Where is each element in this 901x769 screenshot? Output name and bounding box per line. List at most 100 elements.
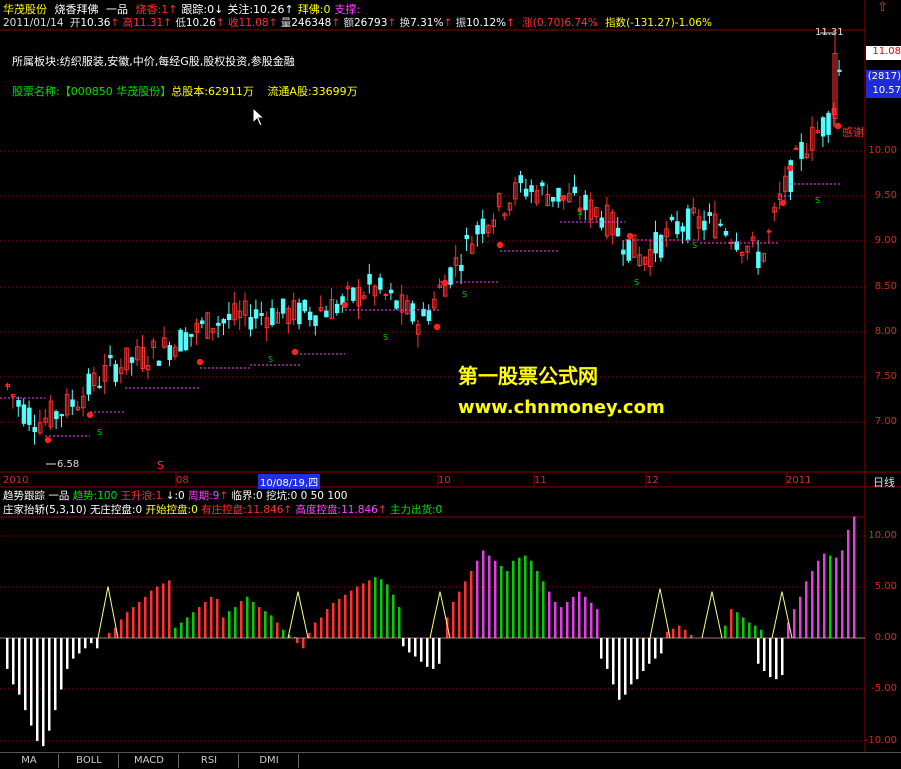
ind1-name[interactable]: 趋势跟踪 xyxy=(3,490,45,502)
chart-canvas[interactable]: S S S S S S S S xyxy=(0,0,901,768)
tab-dmi[interactable]: DMI xyxy=(240,754,299,768)
candle-body xyxy=(16,400,21,407)
histogram-bar xyxy=(666,631,669,638)
down-value: ↓:0 xyxy=(165,490,185,502)
candle-body xyxy=(189,333,194,337)
histogram-bar xyxy=(612,638,615,685)
histogram-bar xyxy=(368,580,371,638)
candle-body xyxy=(556,187,561,202)
histogram-bar xyxy=(156,586,159,638)
candle-body xyxy=(685,208,691,240)
histogram-bar xyxy=(452,601,455,638)
f1-label: 无庄控盘: xyxy=(89,504,136,516)
candle-body xyxy=(129,357,135,363)
histogram-bar xyxy=(630,638,633,685)
histogram-bar xyxy=(338,598,341,638)
peak-line xyxy=(649,588,671,639)
period-label[interactable]: 日线 xyxy=(873,474,895,490)
low-price-label: 6.58 xyxy=(57,459,80,470)
up-arrow-icon: ↑ xyxy=(283,504,293,516)
candle-body xyxy=(248,316,253,330)
candle-body xyxy=(27,407,32,425)
candle-body xyxy=(183,332,189,351)
price-tick: 9.50 xyxy=(874,190,897,201)
candle-body xyxy=(518,175,523,184)
signal-label: S xyxy=(815,196,820,205)
histogram-bar xyxy=(835,557,838,638)
histogram-bar xyxy=(624,638,627,695)
f4-value: 11.846 xyxy=(341,504,378,516)
histogram-bar xyxy=(458,591,461,638)
sub-tick: -10.00 xyxy=(864,735,897,746)
signal-dot xyxy=(433,323,441,331)
candle-body xyxy=(388,289,394,294)
candle-body xyxy=(523,188,529,197)
histogram-bar xyxy=(432,638,435,669)
histogram-bar xyxy=(168,580,171,638)
candle-body xyxy=(464,234,469,240)
histogram-bar xyxy=(90,638,93,644)
candle-body xyxy=(113,364,118,382)
histogram-bar xyxy=(572,596,575,638)
f5-label: 主力出货: xyxy=(390,504,436,516)
tab-rsi[interactable]: RSI xyxy=(180,754,239,768)
price-box-count: (2817) xyxy=(867,71,901,82)
histogram-bar xyxy=(186,617,189,638)
f3-label: 有庄控盘: xyxy=(201,504,247,516)
histogram-bar xyxy=(494,560,497,638)
histogram-bar xyxy=(314,622,317,638)
histogram-bar xyxy=(264,611,267,638)
histogram-bar xyxy=(530,560,533,638)
histogram-bar xyxy=(36,638,39,741)
histogram-bar xyxy=(308,632,311,638)
histogram-bar xyxy=(724,625,727,638)
histogram-bar xyxy=(120,619,123,638)
price-tick: 7.50 xyxy=(874,371,897,382)
histogram-bar xyxy=(763,638,766,671)
histogram-bar xyxy=(78,638,81,654)
candle-body xyxy=(475,225,480,235)
candle-body xyxy=(480,218,486,234)
histogram-bar xyxy=(660,638,663,654)
histogram-bar xyxy=(60,638,63,690)
histogram-bar xyxy=(841,550,844,638)
candle-body xyxy=(378,277,383,290)
candle-body xyxy=(70,399,75,407)
histogram-bar xyxy=(769,638,772,678)
histogram-bar xyxy=(18,638,21,695)
histogram-bar xyxy=(326,609,329,638)
ind1-grade: 一品 xyxy=(48,490,70,502)
histogram-bar xyxy=(618,638,621,700)
signal-label: S xyxy=(268,355,273,364)
candle-body xyxy=(793,147,799,150)
candle-body xyxy=(837,69,842,72)
candle-body xyxy=(156,360,162,366)
histogram-bar xyxy=(476,560,479,638)
date-tick: 08 xyxy=(176,475,189,486)
tab-ma[interactable]: MA xyxy=(0,754,59,768)
histogram-bar xyxy=(536,571,539,638)
histogram-bar xyxy=(42,638,45,747)
histogram-bar xyxy=(48,638,51,731)
histogram-bar xyxy=(600,638,603,659)
histogram-bar xyxy=(596,609,599,638)
histogram-bar xyxy=(252,601,255,638)
candle-body xyxy=(108,355,113,359)
ind2-name[interactable]: 庄家抬轿(5,3,10) xyxy=(3,504,87,516)
histogram-bar xyxy=(174,627,177,638)
sub-tick: 10.00 xyxy=(868,530,897,541)
candle-body xyxy=(351,287,356,301)
signal-label: S xyxy=(692,241,697,250)
watermark-url: www.chnmoney.com xyxy=(458,397,665,418)
sub-tick: 5.00 xyxy=(874,581,897,592)
date-tick: 2011 xyxy=(786,475,812,486)
trend-label: 趋势: xyxy=(72,490,98,502)
candle-body xyxy=(756,251,761,269)
tab-macd[interactable]: MACD xyxy=(120,754,179,768)
signal-dot xyxy=(786,164,794,172)
candle-body xyxy=(680,226,685,232)
histogram-bar xyxy=(760,629,763,638)
candle-body xyxy=(313,315,318,326)
candle-body xyxy=(307,311,313,321)
tab-boll[interactable]: BOLL xyxy=(60,754,119,768)
